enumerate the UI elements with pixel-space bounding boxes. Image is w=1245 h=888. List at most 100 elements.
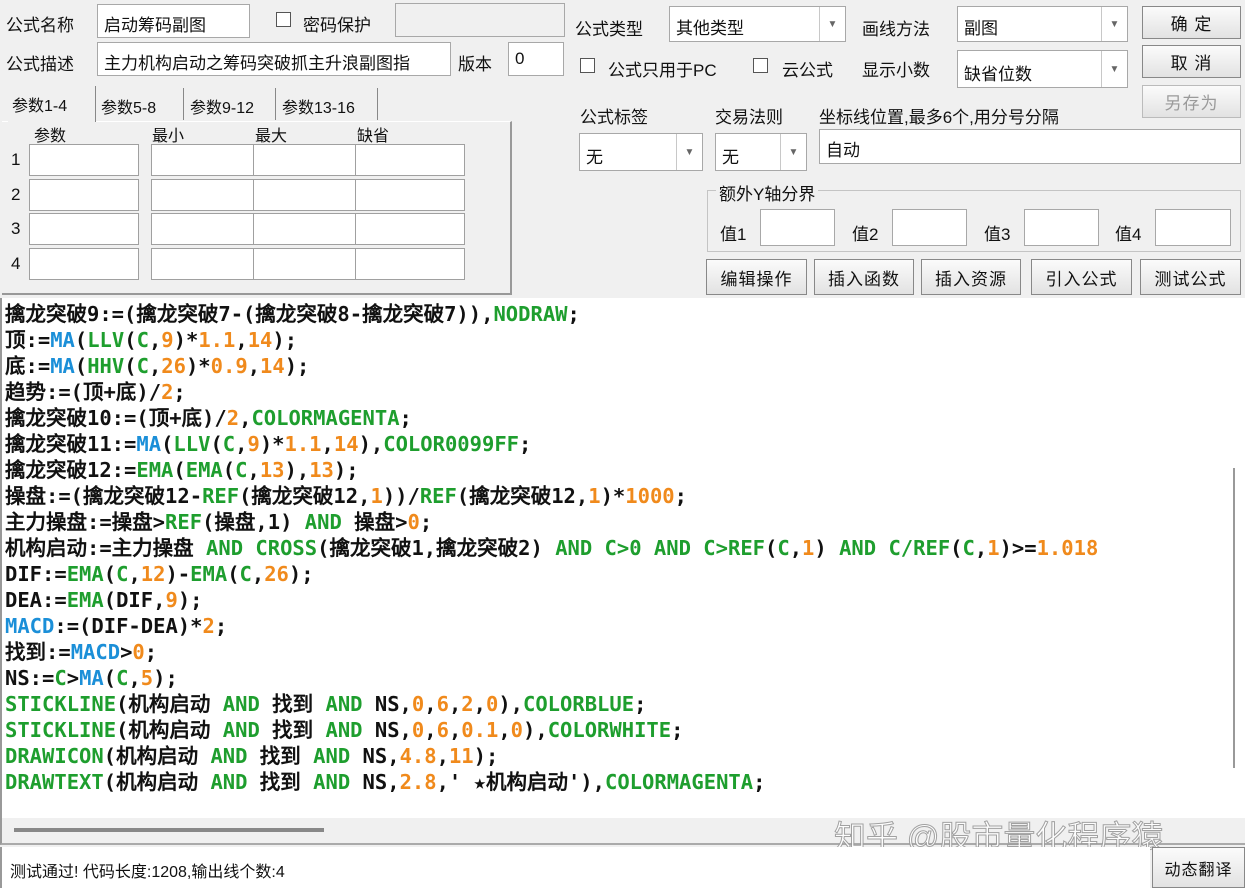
code-line: 操盘:=(擒龙突破12-REF(擒龙突破12,1))/REF(擒龙突破12,1)… bbox=[5, 483, 687, 509]
code-token: 0 bbox=[485, 692, 499, 716]
code-token: 1 bbox=[370, 484, 383, 508]
param-cell-default[interactable] bbox=[355, 247, 465, 280]
code-token: > bbox=[66, 666, 80, 690]
chevron-down-icon: ▼ bbox=[1101, 7, 1127, 41]
vertical-scrollbar[interactable] bbox=[1222, 298, 1245, 818]
pc-only-checkbox[interactable] bbox=[580, 58, 595, 73]
code-token: 操盘:=(擒龙突破12- bbox=[5, 484, 203, 508]
code-token: ; bbox=[144, 640, 158, 664]
cloud-formula-checkbox[interactable] bbox=[753, 58, 768, 73]
code-editor[interactable]: 擒龙突破9:=(擒龙突破7-(擒龙突破8-擒龙突破7)),NODRAW; 顶:=M… bbox=[0, 298, 1222, 818]
y-value-2-input[interactable] bbox=[892, 209, 967, 246]
trade-rule-label: 交易法则 bbox=[715, 108, 783, 127]
formula-type-select[interactable]: 其他类型 ▼ bbox=[669, 6, 846, 42]
code-token: AND bbox=[313, 770, 351, 794]
code-token: C bbox=[222, 432, 236, 456]
password-input[interactable] bbox=[395, 3, 565, 37]
code-token: , bbox=[448, 692, 462, 716]
param-cell-max[interactable] bbox=[253, 213, 363, 245]
code-line: STICKLINE(机构启动 AND 找到 AND NS,0,6,0.1,0),… bbox=[5, 717, 683, 743]
insert-function-button[interactable]: 插入函数 bbox=[814, 259, 914, 295]
code-token: REF bbox=[419, 484, 457, 508]
code-token: NS, bbox=[350, 744, 400, 768]
param-cell-min[interactable] bbox=[151, 144, 261, 176]
code-token: C bbox=[239, 562, 252, 586]
param-cell-default[interactable] bbox=[355, 213, 465, 245]
code-token: AND CROSS bbox=[206, 536, 318, 560]
edit-operation-button[interactable]: 编辑操作 bbox=[706, 259, 807, 295]
code-token: )* bbox=[259, 432, 285, 456]
param-cell-max[interactable] bbox=[253, 144, 363, 176]
code-line: 擒龙突破11:=MA(LLV(C,9)*1.1,14),COLOR0099FF; bbox=[5, 431, 531, 457]
code-token: , bbox=[436, 744, 449, 768]
param-cell-min[interactable] bbox=[151, 213, 261, 245]
formula-name-input[interactable]: 启动筹码副图 bbox=[97, 4, 250, 38]
password-checkbox[interactable] bbox=[276, 12, 291, 27]
param-cell-max[interactable] bbox=[253, 247, 363, 280]
test-formula-button[interactable]: 测试公式 bbox=[1140, 259, 1241, 295]
trade-rule-select[interactable]: 无 ▼ bbox=[715, 133, 807, 171]
code-token: )* bbox=[173, 328, 199, 352]
dynamic-translate-button[interactable]: 动态翻译 bbox=[1152, 847, 1245, 888]
code-token: 擒龙突破11:= bbox=[5, 432, 137, 456]
code-token: 1 bbox=[588, 484, 601, 508]
param-cell-min[interactable] bbox=[151, 247, 261, 280]
code-token: (机构启动 bbox=[116, 718, 223, 742]
param-cell-default[interactable] bbox=[355, 178, 465, 211]
code-token: 0 bbox=[132, 640, 145, 664]
code-token: 1 bbox=[987, 536, 1000, 560]
tab-params-1-4[interactable]: 参数1-4 bbox=[8, 86, 96, 122]
param-cell-name[interactable] bbox=[29, 144, 139, 176]
formula-name-label: 公式名称 bbox=[6, 16, 74, 35]
param-cell-name[interactable] bbox=[29, 247, 139, 280]
import-formula-button[interactable]: 引入公式 bbox=[1031, 259, 1132, 295]
chevron-down-icon: ▼ bbox=[676, 134, 702, 170]
code-token: 找到 bbox=[247, 770, 314, 794]
draw-method-select[interactable]: 副图 ▼ bbox=[957, 6, 1128, 42]
y-value-4-input[interactable] bbox=[1155, 209, 1231, 246]
code-token: 9 bbox=[161, 328, 174, 352]
code-token: COLORWHITE bbox=[547, 718, 672, 742]
code-token: 13 bbox=[309, 458, 334, 482]
code-token: ( bbox=[74, 354, 88, 378]
code-line: 底:=MA(HHV(C,26)*0.9,14); bbox=[5, 353, 309, 379]
ok-button[interactable]: 确 定 bbox=[1142, 6, 1241, 39]
param-cell-max[interactable] bbox=[253, 178, 363, 211]
code-token: COLORMAGENTA bbox=[251, 406, 400, 430]
scrollbar-thumb[interactable] bbox=[14, 828, 324, 832]
axis-position-input[interactable]: 自动 bbox=[819, 129, 1241, 164]
code-token: 1000 bbox=[625, 484, 675, 508]
save-as-button[interactable]: 另存为 bbox=[1142, 85, 1241, 118]
code-token: (擒龙突破12, bbox=[239, 484, 371, 508]
formula-desc-input[interactable]: 主力机构启动之筹码突破抓主升浪副图指 bbox=[97, 42, 451, 76]
code-token: 主力操盘:=操盘> bbox=[5, 510, 166, 534]
y-value-1-input[interactable] bbox=[760, 209, 835, 246]
param-cell-min[interactable] bbox=[151, 178, 261, 211]
cancel-button[interactable]: 取 消 bbox=[1142, 45, 1241, 78]
decimal-select[interactable]: 缺省位数 ▼ bbox=[957, 50, 1128, 88]
version-input[interactable]: 0 bbox=[508, 42, 564, 76]
code-token: (擒龙突破12, bbox=[456, 484, 589, 508]
code-token: ); bbox=[153, 666, 178, 690]
param-cell-default[interactable] bbox=[355, 144, 465, 176]
code-token: 4.8 bbox=[399, 744, 437, 768]
tab-params-5-8[interactable]: 参数5-8 bbox=[97, 88, 184, 120]
code-line: 顶:=MA(LLV(C,9)*1.1,14); bbox=[5, 327, 297, 353]
code-token: , bbox=[148, 354, 162, 378]
code-token: NS, bbox=[350, 770, 400, 794]
code-token: 1.1 bbox=[284, 432, 322, 456]
y-value-3-input[interactable] bbox=[1024, 209, 1099, 246]
code-token: COLORMAGENTA bbox=[605, 770, 754, 794]
code-token: AND bbox=[313, 744, 351, 768]
formula-tag-select[interactable]: 无 ▼ bbox=[579, 133, 703, 171]
code-token: 找到 bbox=[259, 692, 326, 716]
tab-params-13-16[interactable]: 参数13-16 bbox=[278, 88, 378, 120]
tab-params-9-12[interactable]: 参数9-12 bbox=[186, 88, 276, 120]
code-line: 擒龙突破12:=EMA(EMA(C,13),13); bbox=[5, 457, 359, 483]
code-token: ( bbox=[103, 666, 117, 690]
param-cell-name[interactable] bbox=[29, 213, 139, 245]
param-cell-name[interactable] bbox=[29, 178, 139, 211]
y-value-2-label: 值2 bbox=[852, 225, 879, 244]
insert-resource-button[interactable]: 插入资源 bbox=[921, 259, 1021, 295]
cloud-formula-label: 云公式 bbox=[782, 61, 833, 80]
